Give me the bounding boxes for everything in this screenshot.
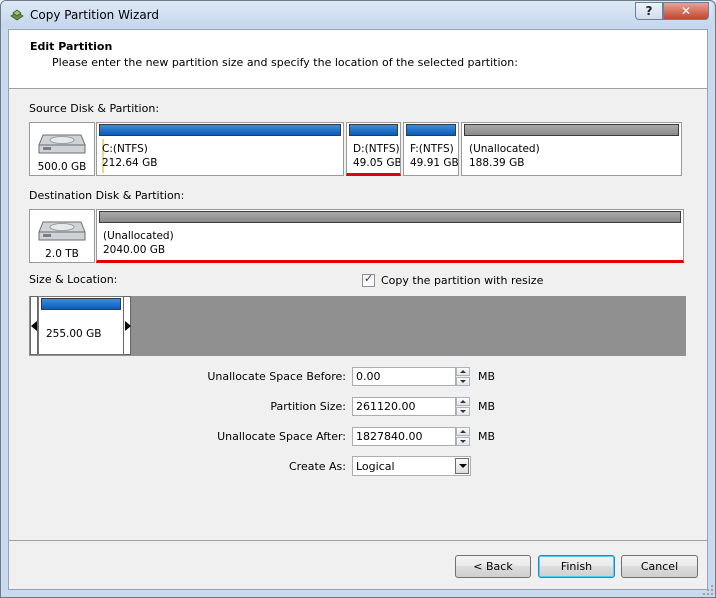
chevron-down-icon — [459, 464, 467, 468]
help-button[interactable]: ? — [635, 2, 663, 20]
left-resize-handle[interactable] — [30, 296, 38, 355]
unalloc-before-spinner[interactable] — [456, 367, 470, 386]
caret-down-icon — [460, 380, 466, 383]
wizard-header: Edit Partition Please enter the new part… — [9, 30, 707, 89]
partition-name: (Unallocated) — [469, 143, 540, 155]
partition-size-label: Partition Size: — [270, 400, 346, 413]
spin-down-button[interactable] — [456, 437, 470, 446]
caret-up-icon — [460, 430, 466, 433]
partition-size-spinner[interactable] — [456, 397, 470, 416]
arrow-left-icon — [31, 321, 37, 331]
spin-up-button[interactable] — [456, 367, 470, 376]
destination-disk[interactable]: 2.0 TB — [29, 209, 95, 263]
source-partition-c[interactable]: C:(NTFS) 212.64 GB — [96, 122, 344, 176]
partition-usage-bar — [406, 124, 456, 136]
partition-size-input[interactable] — [352, 397, 456, 416]
partition-size: 49.91 GB — [410, 157, 459, 169]
app-icon — [10, 9, 24, 21]
close-button[interactable]: ✕ — [663, 2, 709, 20]
source-disk-size: 500.0 GB — [37, 161, 87, 173]
caret-up-icon — [460, 400, 466, 403]
hard-disk-icon — [38, 221, 86, 241]
partition-usage-bar — [349, 124, 398, 136]
partition-usage-bar — [464, 124, 679, 136]
partition-block-size: 255.00 GB — [46, 328, 102, 340]
partition-name: F:(NTFS) — [410, 143, 454, 155]
arrow-right-icon — [125, 321, 131, 331]
partition-size: 49.05 GB — [353, 157, 401, 169]
caret-down-icon — [460, 440, 466, 443]
partition-usage-bar — [99, 124, 341, 136]
partition-block[interactable]: 255.00 GB — [38, 296, 124, 355]
destination-disk-size: 2.0 TB — [45, 248, 79, 260]
right-resize-handle[interactable] — [123, 296, 131, 355]
caret-down-icon — [460, 410, 466, 413]
partition-size: 2040.00 GB — [103, 244, 166, 256]
partition-usage-bar — [41, 298, 121, 310]
check-icon: ✓ — [364, 272, 374, 285]
source-section-label: Source Disk & Partition: — [29, 102, 160, 115]
spin-up-button[interactable] — [456, 397, 470, 406]
unalloc-before-input[interactable] — [352, 367, 456, 386]
source-disk[interactable]: 500.0 GB — [29, 122, 95, 176]
partition-size: 188.39 GB — [469, 157, 525, 169]
caret-up-icon — [460, 370, 466, 373]
copy-with-resize-checkbox[interactable]: ✓ — [362, 272, 375, 287]
partition-usage-bar — [99, 211, 681, 223]
source-partition-unallocated[interactable]: (Unallocated) 188.39 GB — [461, 122, 682, 176]
create-as-label: Create As: — [288, 460, 346, 473]
hard-disk-icon — [38, 134, 86, 154]
create-as-select[interactable]: Logical — [352, 456, 471, 476]
dropdown-button[interactable] — [455, 458, 469, 474]
partition-name: (Unallocated) — [103, 230, 174, 242]
unalloc-after-input[interactable] — [352, 427, 456, 446]
resize-grip-icon[interactable] — [702, 584, 714, 596]
partition-name: C:(NTFS) — [102, 143, 148, 155]
footer-divider — [9, 540, 707, 541]
create-as-value: Logical — [356, 460, 395, 473]
source-partition-d[interactable]: D:(NTFS) 49.05 GB — [346, 122, 401, 176]
cancel-button[interactable]: Cancel — [621, 555, 698, 578]
unalloc-after-spinner[interactable] — [456, 427, 470, 446]
spin-down-button[interactable] — [456, 377, 470, 386]
back-button[interactable]: < Back — [455, 555, 531, 578]
unalloc-after-label: Unallocate Space After: — [217, 430, 346, 443]
unalloc-after-unit: MB — [478, 430, 496, 443]
unalloc-before-unit: MB — [478, 370, 496, 383]
finish-button[interactable]: Finish — [538, 555, 615, 578]
window-title: Copy Partition Wizard — [30, 8, 160, 22]
spin-down-button[interactable] — [456, 407, 470, 416]
unalloc-before-label: Unallocate Space Before: — [207, 370, 346, 383]
source-partition-f[interactable]: F:(NTFS) 49.91 GB — [403, 122, 459, 176]
size-location-label: Size & Location: — [29, 273, 118, 286]
partition-name: D:(NTFS) — [353, 143, 400, 155]
destination-partition-unallocated[interactable]: (Unallocated) 2040.00 GB — [96, 209, 684, 263]
page-subtitle: Please enter the new partition size and … — [52, 56, 518, 69]
spin-up-button[interactable] — [456, 427, 470, 436]
partition-size: 212.64 GB — [102, 157, 158, 169]
page-title: Edit Partition — [30, 40, 113, 53]
destination-section-label: Destination Disk & Partition: — [29, 189, 185, 202]
copy-with-resize-label[interactable]: Copy the partition with resize — [381, 274, 543, 287]
title-bar[interactable]: Copy Partition Wizard ? ✕ — [1, 1, 713, 28]
partition-size-unit: MB — [478, 400, 496, 413]
